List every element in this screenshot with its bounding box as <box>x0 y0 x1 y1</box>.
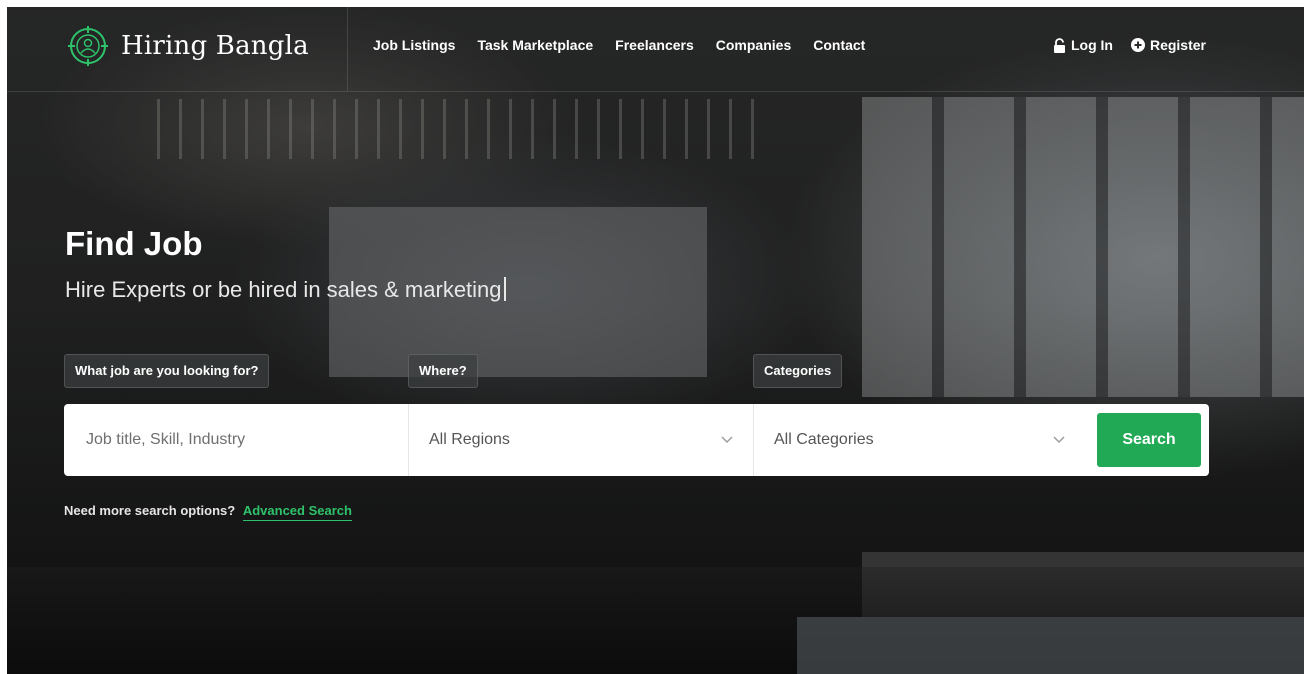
page-subtitle: Hire Experts or be hired in sales & mark… <box>65 277 506 303</box>
category-field-label: Categories <box>753 354 843 388</box>
keyword-field <box>64 404 408 476</box>
register-label: Register <box>1149 37 1206 53</box>
background-windows <box>862 97 1304 397</box>
header-divider <box>7 91 1304 92</box>
hero-section: Hiring Bangla Job Listings Task Marketpl… <box>7 7 1304 674</box>
nav-item-contact[interactable]: Contact <box>813 37 865 53</box>
region-field-label: Where? <box>408 354 478 388</box>
advanced-search-text: Need more search options? <box>64 503 236 518</box>
main-nav: Job Listings Task Marketplace Freelancer… <box>373 37 887 53</box>
site-logo[interactable]: Hiring Bangla <box>67 25 309 67</box>
category-select[interactable]: All Categories <box>754 431 1085 449</box>
nav-item-task-marketplace[interactable]: Task Marketplace <box>477 37 593 53</box>
target-person-logo-icon <box>68 26 108 66</box>
job-search-bar: All Regions All Categories Search <box>64 404 1209 476</box>
lock-icon <box>1053 37 1065 53</box>
region-select[interactable]: All Regions <box>409 431 753 449</box>
background-balcony <box>157 99 757 159</box>
nav-item-job-listings[interactable]: Job Listings <box>373 37 455 53</box>
background-table <box>797 617 1304 674</box>
region-selected-value: All Regions <box>429 431 510 448</box>
category-selected-value: All Categories <box>774 431 874 448</box>
category-field: All Categories <box>753 404 1085 476</box>
register-link[interactable]: Register <box>1130 37 1206 53</box>
nav-item-freelancers[interactable]: Freelancers <box>615 37 694 53</box>
keyword-input[interactable] <box>64 404 408 476</box>
advanced-search-prompt: Need more search options? Advanced Searc… <box>64 503 352 521</box>
brand-name: Hiring Bangla <box>121 31 309 61</box>
search-button[interactable]: Search <box>1097 413 1201 467</box>
region-field: All Regions <box>408 404 753 476</box>
advanced-search-link[interactable]: Advanced Search <box>242 503 352 521</box>
auth-links: Log In Register <box>1053 37 1206 53</box>
plus-circle-icon <box>1130 38 1145 52</box>
typing-cursor <box>503 277 506 301</box>
chevron-down-icon <box>721 436 733 443</box>
subtitle-text: Hire Experts or be hired in sales & mark… <box>65 277 502 302</box>
login-link[interactable]: Log In <box>1053 37 1113 53</box>
page-title: Find Job <box>65 225 203 262</box>
nav-item-companies[interactable]: Companies <box>716 37 791 53</box>
chevron-down-icon <box>1053 436 1065 443</box>
login-label: Log In <box>1070 37 1113 53</box>
keyword-field-label: What job are you looking for? <box>64 354 270 388</box>
header-vertical-divider <box>347 7 348 91</box>
